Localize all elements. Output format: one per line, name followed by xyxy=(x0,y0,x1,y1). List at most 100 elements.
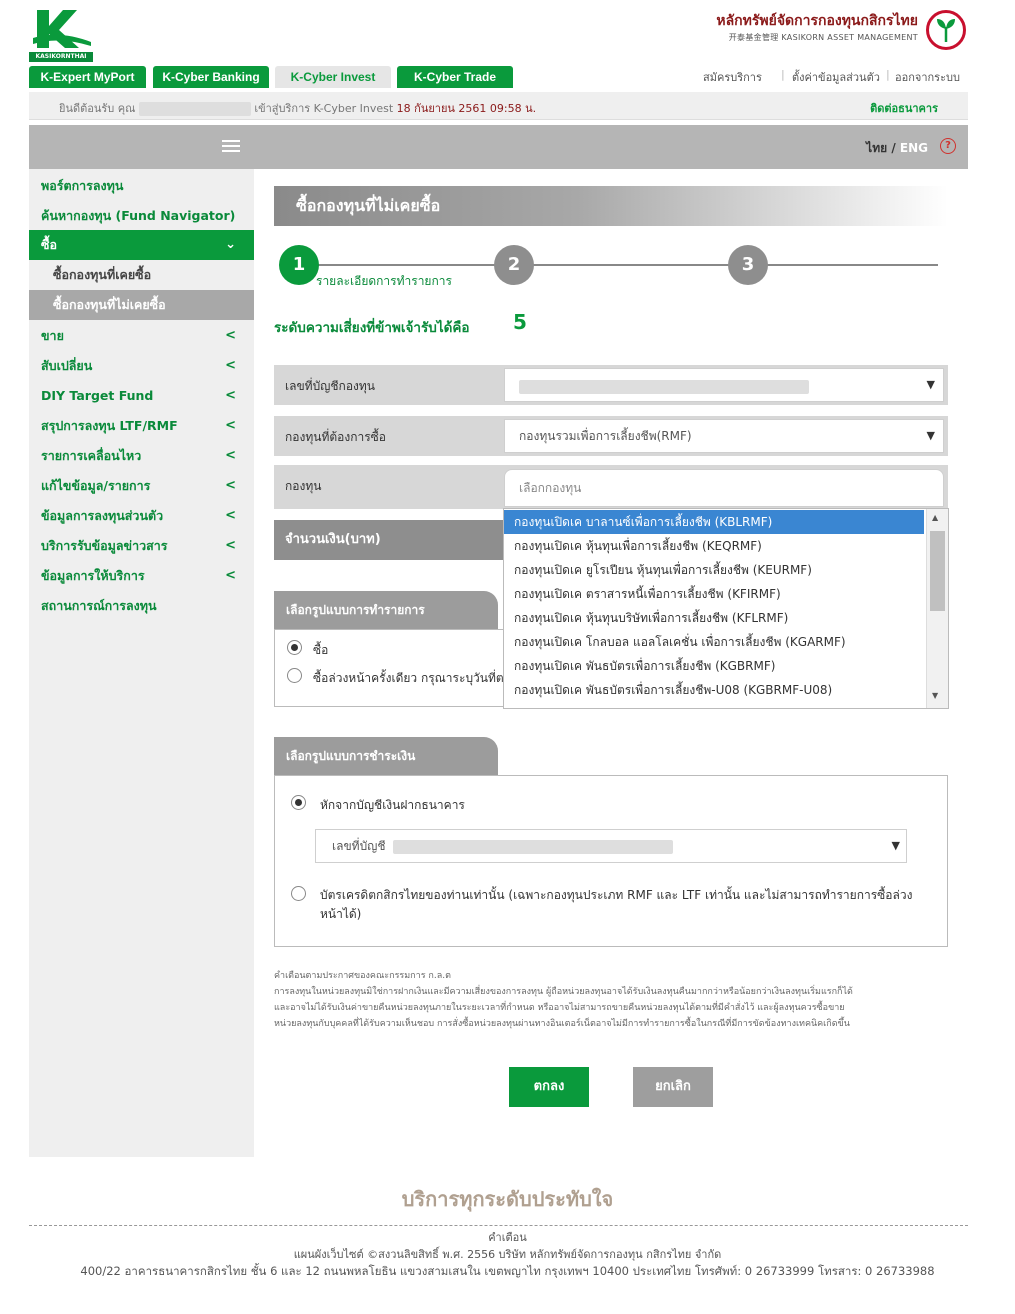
redacted-bank-account xyxy=(393,839,674,854)
sidebar-item-portfolio[interactable]: พอร์ตการลงทุน xyxy=(29,171,254,201)
tab-k-expert-myport[interactable]: K-Expert MyPort xyxy=(29,66,146,88)
sidebar-item-label: แก้ไขข้อมูล/รายการ xyxy=(41,478,151,493)
step-progress-line xyxy=(298,264,938,266)
step-1-indicator: 1 xyxy=(279,245,319,285)
page-title: ซื้อกองทุนที่ไม่เคยซื้อ xyxy=(274,186,948,226)
bank-account-radio[interactable] xyxy=(291,795,306,810)
welcome-bar: ยินดีต้อนรับ คุณ เข้าสู่บริการ K-Cyber I… xyxy=(29,92,968,120)
fund-option[interactable]: กองทุนเปิดเค ยูโรเปียน หุ้นทุนเพื่อการเล… xyxy=(504,558,924,582)
amount-label: จำนวนเงิน(บาท) xyxy=(274,520,504,560)
logo-text: KASIKORNTHAI xyxy=(29,52,93,62)
sidebar-item-switch[interactable]: สับเปลี่ยน < xyxy=(29,351,254,381)
footer-slogan: บริการทุกระดับประทับใจ xyxy=(401,1187,614,1211)
credit-card-radio[interactable] xyxy=(291,886,306,901)
disclaimer-title: คำเตือนตามประกาศของคณะกรรมการ ก.ล.ต xyxy=(274,971,451,981)
chevron-left-icon: < xyxy=(225,538,236,553)
login-datetime: 18 กันยายน 2561 09:58 น. xyxy=(396,102,537,115)
risk-level-value: 5 xyxy=(513,310,527,334)
fund-option[interactable]: กองทุนเปิดเค พันธบัตรเพื่อการเลี้ยงชีพ-U… xyxy=(504,678,924,702)
link-separator: | xyxy=(886,68,890,81)
fund-option[interactable]: กองทุนเปิดเค ตราสารหนี้เพื่อการเลี้ยงชีพ… xyxy=(504,582,924,606)
sidebar-item-market-situation[interactable]: สถานการณ์การลงทุน xyxy=(29,591,254,621)
chevron-left-icon: < xyxy=(225,418,236,433)
advance-buy-radio[interactable] xyxy=(287,668,302,683)
fund-option[interactable]: กองทุนเปิดเค พันธบัตรเพื่อการเลี้ยงชีพ (… xyxy=(504,654,924,678)
sidebar-item-label: สรุปการลงทุน LTF/RMF xyxy=(41,418,178,433)
sidebar-item-label: พอร์ตการลงทุน xyxy=(41,178,124,193)
fund-option[interactable]: กองทุนเปิดเค หุ้นทุนบริษัทเพื่อการเลี้ยง… xyxy=(504,606,924,630)
fund-option[interactable]: กองทุนเปิดเค หุ้นทุนเพื่อการเลี้ยงชีพ (K… xyxy=(504,534,924,558)
sidebar-item-edit-info[interactable]: แก้ไขข้อมูล/รายการ < xyxy=(29,471,254,501)
contact-bank-link[interactable]: ติดต่อธนาคาร xyxy=(870,99,938,117)
sidebar-item-label: ขาย xyxy=(41,328,64,343)
fund-option[interactable]: กองทุนเปิดเค บาลานซ์เพื่อการเลี้ยงชีพ (K… xyxy=(504,510,924,534)
dropdown-arrow-icon: ▼ xyxy=(891,839,900,852)
help-icon[interactable]: ? xyxy=(940,138,956,154)
sidebar-item-personal-investment[interactable]: ข้อมูลการลงทุนส่วนตัว < xyxy=(29,501,254,531)
sidebar-item-buy-existing[interactable]: ซื้อกองทุนที่เคยซื้อ xyxy=(29,260,254,290)
sidebar-item-label: ซื้อ xyxy=(41,237,57,252)
lang-separator: / xyxy=(891,141,896,155)
scroll-down-icon[interactable]: ▼ xyxy=(932,691,938,700)
tab-k-cyber-trade[interactable]: K-Cyber Trade xyxy=(397,66,513,88)
settings-link[interactable]: ตั้งค่าข้อมูลส่วนตัว xyxy=(792,68,880,86)
scroll-up-icon[interactable]: ▲ xyxy=(932,513,938,522)
dropdown-arrow-icon: ▼ xyxy=(926,378,935,391)
chevron-left-icon: < xyxy=(225,508,236,523)
register-link[interactable]: สมัครบริการ xyxy=(703,68,762,86)
sidebar-item-label: บริการรับข้อมูลข่าวสาร xyxy=(41,538,168,553)
kasikornthai-logo[interactable]: KASIKORNTHAI xyxy=(29,8,93,62)
buy-radio[interactable] xyxy=(287,640,302,655)
sidebar-item-label: ซื้อกองทุนที่เคยซื้อ xyxy=(53,267,152,282)
credit-card-label: บัตรเครดิตกสิกรไทยของท่านเท่านั้น (เฉพาะ… xyxy=(320,888,913,902)
sidebar-item-label: ข้อมูลการลงทุนส่วนตัว xyxy=(41,508,164,523)
sidebar-item-service-info[interactable]: ข้อมูลการให้บริการ < xyxy=(29,561,254,591)
fund-label: กองทุน xyxy=(285,479,322,493)
sidebar-item-label: DIY Target Fund xyxy=(41,388,154,403)
brand-name-th: หลักทรัพย์จัดการกองทุนกสิกรไทย xyxy=(716,13,918,29)
footer-warning-link[interactable]: คำเตือน xyxy=(0,1228,1015,1246)
lang-en[interactable]: ENG xyxy=(900,141,928,155)
sidebar-item-buy[interactable]: ซื้อ ⌄ xyxy=(29,230,254,260)
fund-option[interactable]: กองทุนเปิดเค โกลบอล แอลโลเคชั่น เพื่อการ… xyxy=(504,630,924,654)
menu-icon[interactable] xyxy=(222,140,240,154)
chevron-left-icon: < xyxy=(225,328,236,343)
fund-dropdown-list[interactable]: กองทุนเปิดเค บาลานซ์เพื่อการเลี้ยงชีพ (K… xyxy=(503,508,949,709)
payment-title: เลือกรูปแบบการชำระเงิน xyxy=(274,737,498,775)
step-1-label: รายละเอียดการทำรายการ xyxy=(316,274,452,288)
sidebar-item-label: ค้นหากองทุน (Fund Navigator) xyxy=(41,208,236,223)
bank-account-select[interactable]: เลขที่บัญชี ▼ xyxy=(315,829,907,863)
sidebar-item-buy-new[interactable]: ซื้อกองทุนที่ไม่เคยซื้อ xyxy=(29,290,254,320)
advance-buy-label: ซื้อล่วงหน้าครั้งเดียว กรุณาระบุวันที่ต xyxy=(313,671,503,685)
chevron-left-icon: < xyxy=(225,568,236,583)
fund-type-value: กองทุนรวมเพื่อการเลี้ยงชีพ(RMF) xyxy=(519,429,692,443)
bank-account-label: หักจากบัญชีเงินฝากธนาคาร xyxy=(320,798,465,812)
lang-th[interactable]: ไทย xyxy=(866,141,887,155)
sidebar-item-diy-target-fund[interactable]: DIY Target Fund < xyxy=(29,381,254,411)
ok-button[interactable]: ตกลง xyxy=(509,1067,589,1107)
disclaimer-line: และอาจไม่ได้รับเงินค่าขายคืนหน่วยลงทุนภา… xyxy=(274,1003,845,1013)
logout-link[interactable]: ออกจากระบบ xyxy=(895,68,960,86)
sidebar-item-sell[interactable]: ขาย < xyxy=(29,321,254,351)
sidebar-item-transactions[interactable]: รายการเคลื่อนไหว < xyxy=(29,441,254,471)
sidebar-item-label: สถานการณ์การลงทุน xyxy=(41,598,157,613)
sidebar-item-news-service[interactable]: บริการรับข้อมูลข่าวสาร < xyxy=(29,531,254,561)
fund-account-select[interactable]: ▼ xyxy=(504,368,944,402)
sidebar-item-fund-navigator[interactable]: ค้นหากองทุน (Fund Navigator) xyxy=(29,201,254,231)
sidebar-item-ltf-rmf-summary[interactable]: สรุปการลงทุน LTF/RMF < xyxy=(29,411,254,441)
fund-account-row: เลขที่บัญชีกองทุน ▼ xyxy=(274,365,948,405)
footer-address: 400/22 อาคารธนาคารกสิกรไทย ชั้น 6 และ 12… xyxy=(80,1264,935,1278)
brand-name-en: 开泰基金管理 KASIKORN ASSET MANAGEMENT xyxy=(728,33,918,42)
kasikorn-seal-icon xyxy=(926,10,966,50)
tab-k-cyber-banking[interactable]: K-Cyber Banking xyxy=(153,66,269,88)
tab-k-cyber-invest[interactable]: K-Cyber Invest xyxy=(275,66,391,88)
scrollbar-thumb[interactable] xyxy=(930,531,945,611)
fund-search-input[interactable]: เลือกกองทุน xyxy=(504,469,944,507)
fund-type-select[interactable]: กองทุนรวมเพื่อการเลี้ยงชีพ(RMF) ▼ xyxy=(504,419,944,453)
dropdown-scrollbar[interactable]: ▲ ▼ xyxy=(926,509,948,708)
fund-placeholder: เลือกกองทุน xyxy=(519,481,582,495)
cancel-button[interactable]: ยกเลิก xyxy=(633,1067,713,1107)
chevron-left-icon: < xyxy=(225,358,236,373)
chevron-down-icon: ⌄ xyxy=(225,237,236,252)
fund-account-label: เลขที่บัญชีกองทุน xyxy=(285,379,375,393)
